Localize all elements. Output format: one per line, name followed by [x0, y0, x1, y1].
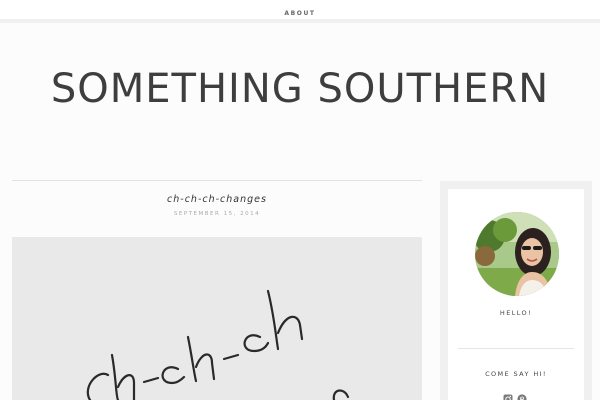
sidebar-social-heading: COME SAY HI!: [485, 370, 547, 378]
nav-link-about[interactable]: ABOUT: [284, 10, 315, 17]
pinterest-icon[interactable]: [517, 389, 527, 400]
site-title[interactable]: SOMETHING SOUTHERN: [0, 66, 600, 112]
social-links: [503, 389, 529, 400]
post-title[interactable]: ch-ch-ch-changes: [12, 194, 422, 205]
sidebar-divider: [458, 348, 574, 349]
instagram-icon[interactable]: [503, 389, 513, 400]
post-date: SEPTEMBER 15, 2014: [173, 211, 261, 217]
sidebar-hello-heading: HELLO!: [499, 309, 533, 317]
post-divider: [12, 180, 422, 181]
post-featured-image[interactable]: [12, 237, 422, 400]
author-avatar: [475, 212, 559, 296]
top-navigation: ABOUT: [0, 0, 600, 20]
